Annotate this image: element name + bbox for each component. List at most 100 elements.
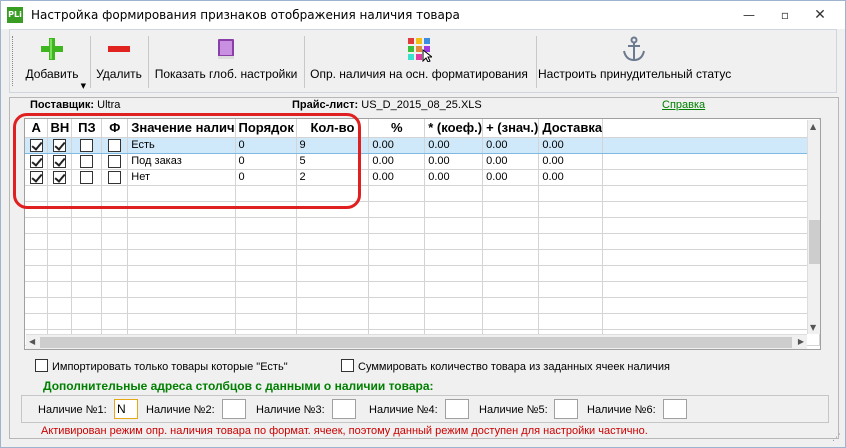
maximize-button[interactable]: ▫ xyxy=(771,5,799,25)
address-input-2[interactable] xyxy=(222,399,246,419)
grid-cell-empty xyxy=(25,233,49,250)
sum-qty-checkbox[interactable] xyxy=(341,359,354,372)
scroll-down-icon[interactable]: ▼ xyxy=(810,323,816,332)
grid-cell-coef[interactable]: 0.00 xyxy=(424,136,484,154)
toolbar-grip[interactable] xyxy=(12,36,15,86)
grid-cell-pct[interactable]: 0.00 xyxy=(368,136,426,154)
address-label-3: Наличие №3: xyxy=(256,404,325,416)
grid-cell-plus[interactable]: 0.00 xyxy=(482,153,540,170)
grid-cell-empty xyxy=(538,297,604,314)
grid-cell-pct[interactable]: 0.00 xyxy=(368,169,426,186)
address-input-4[interactable] xyxy=(445,399,469,419)
grid-cell-empty xyxy=(47,313,73,330)
sum-qty-option[interactable]: Суммировать количество товара из заданны… xyxy=(341,359,670,373)
address-input-3[interactable] xyxy=(332,399,356,419)
horizontal-scrollbar[interactable]: ◀ ▶ xyxy=(26,334,807,349)
scroll-up-icon[interactable]: ▲ xyxy=(810,122,816,131)
grid-cell-empty xyxy=(235,313,297,330)
column-header[interactable]: + (знач.) xyxy=(482,119,540,138)
table-row-empty xyxy=(25,297,820,314)
grid-cell-plus[interactable]: 0.00 xyxy=(482,136,540,154)
add-button[interactable]: Добавить ▼ xyxy=(16,30,88,92)
grid-cell-empty xyxy=(47,265,73,282)
grid-cell-empty xyxy=(47,249,73,266)
formatting-availability-button[interactable]: Опр. наличия на осн. форматирования xyxy=(306,30,532,92)
grid-cell-empty xyxy=(368,233,426,250)
grid-cell-coef[interactable]: 0.00 xyxy=(424,169,484,186)
grid-cell-empty xyxy=(602,313,820,330)
address-input-6[interactable] xyxy=(663,399,687,419)
grid-cell-coef[interactable]: 0.00 xyxy=(424,153,484,170)
grid-cell-empty xyxy=(127,249,236,266)
grid-cell-empty xyxy=(602,169,820,186)
minimize-button[interactable]: — xyxy=(735,5,763,25)
grid-cell-empty xyxy=(368,265,426,282)
grid-cell-empty xyxy=(538,265,604,282)
grid-cell-empty xyxy=(127,281,236,298)
column-header[interactable]: Доставка xyxy=(538,119,604,138)
grid-cell-empty xyxy=(25,313,49,330)
toolbar-separator xyxy=(304,36,305,88)
grid-cell-empty xyxy=(538,201,604,218)
forced-status-button[interactable]: Настроить принудительный статус xyxy=(538,30,732,92)
scroll-right-icon[interactable]: ▶ xyxy=(798,337,804,346)
grid-cell-plus[interactable]: 0.00 xyxy=(482,169,540,186)
grid-cell-empty xyxy=(71,313,103,330)
grid-cell-empty xyxy=(47,233,73,250)
pricelist-value: US_D_2015_08_25.XLS xyxy=(361,99,482,111)
dropdown-arrow-icon: ▼ xyxy=(80,82,86,90)
address-input-5[interactable] xyxy=(554,399,578,419)
grid-cell-delivery[interactable]: 0.00 xyxy=(538,169,604,186)
address-input-1[interactable]: N xyxy=(114,399,138,419)
grid-cell-empty xyxy=(235,265,297,282)
grid-cell-empty xyxy=(538,249,604,266)
grid-cell-delivery[interactable]: 0.00 xyxy=(538,153,604,170)
global-settings-button[interactable]: Показать глоб. настройки xyxy=(152,30,300,92)
grid-cell-empty xyxy=(602,249,820,266)
close-button[interactable]: ✕ xyxy=(806,5,834,25)
table-row-empty xyxy=(25,249,820,266)
grid-cell-empty xyxy=(482,313,540,330)
grid-cell-empty xyxy=(424,281,484,298)
grid-cell-empty xyxy=(482,297,540,314)
supplier-label: Поставщик: xyxy=(30,99,95,111)
delete-button-label: Удалить xyxy=(96,67,142,81)
grid-cell-empty xyxy=(602,233,820,250)
grid-cell-empty xyxy=(127,313,236,330)
grid-cell-empty xyxy=(296,297,370,314)
import-only-checkbox[interactable] xyxy=(35,359,48,372)
addresses-box: Наличие №1: N Наличие №2: Наличие №3: На… xyxy=(21,395,829,423)
grid-cell-empty xyxy=(368,281,426,298)
grid-cell-empty xyxy=(71,281,103,298)
import-only-option[interactable]: Импортировать только товары которые "Ест… xyxy=(35,359,288,373)
grid-cell-empty xyxy=(482,249,540,266)
forced-status-label: Настроить принудительный статус xyxy=(538,67,732,81)
grid-cell-empty xyxy=(101,297,129,314)
pricelist-info: Прайс-лист: US_D_2015_08_25.XLS xyxy=(292,99,482,111)
delete-button[interactable]: Удалить xyxy=(92,30,146,92)
supplier-value: Ultra xyxy=(97,99,121,111)
scroll-left-icon[interactable]: ◀ xyxy=(29,337,35,346)
address-label-4: Наличие №4: xyxy=(369,404,438,416)
grid-cell-empty xyxy=(101,249,129,266)
grid-cell-empty xyxy=(482,201,540,218)
resize-grip-icon[interactable]: ⋰ xyxy=(832,433,841,443)
scroll-thumb[interactable] xyxy=(40,337,792,348)
grid-cell-empty xyxy=(47,217,73,234)
grid-cell-empty xyxy=(235,281,297,298)
scroll-thumb[interactable] xyxy=(809,220,820,264)
table-row-empty xyxy=(25,265,820,282)
grid-cell-empty xyxy=(296,265,370,282)
grid-cell-pct[interactable]: 0.00 xyxy=(368,153,426,170)
grid-cell-empty xyxy=(71,265,103,282)
grid-cell-empty xyxy=(71,217,103,234)
vertical-scrollbar[interactable]: ▲ ▼ xyxy=(807,120,820,334)
grid-cell-delivery[interactable]: 0.00 xyxy=(538,136,604,154)
formatting-availability-label: Опр. наличия на осн. форматирования xyxy=(310,67,528,81)
highlight-outline xyxy=(13,113,361,209)
grid-cell-empty xyxy=(424,217,484,234)
column-header[interactable]: % xyxy=(368,119,426,138)
address-label-1: Наличие №1: xyxy=(38,404,107,416)
help-link[interactable]: Справка xyxy=(662,99,705,111)
column-header[interactable]: * (коеф.) xyxy=(424,119,484,138)
